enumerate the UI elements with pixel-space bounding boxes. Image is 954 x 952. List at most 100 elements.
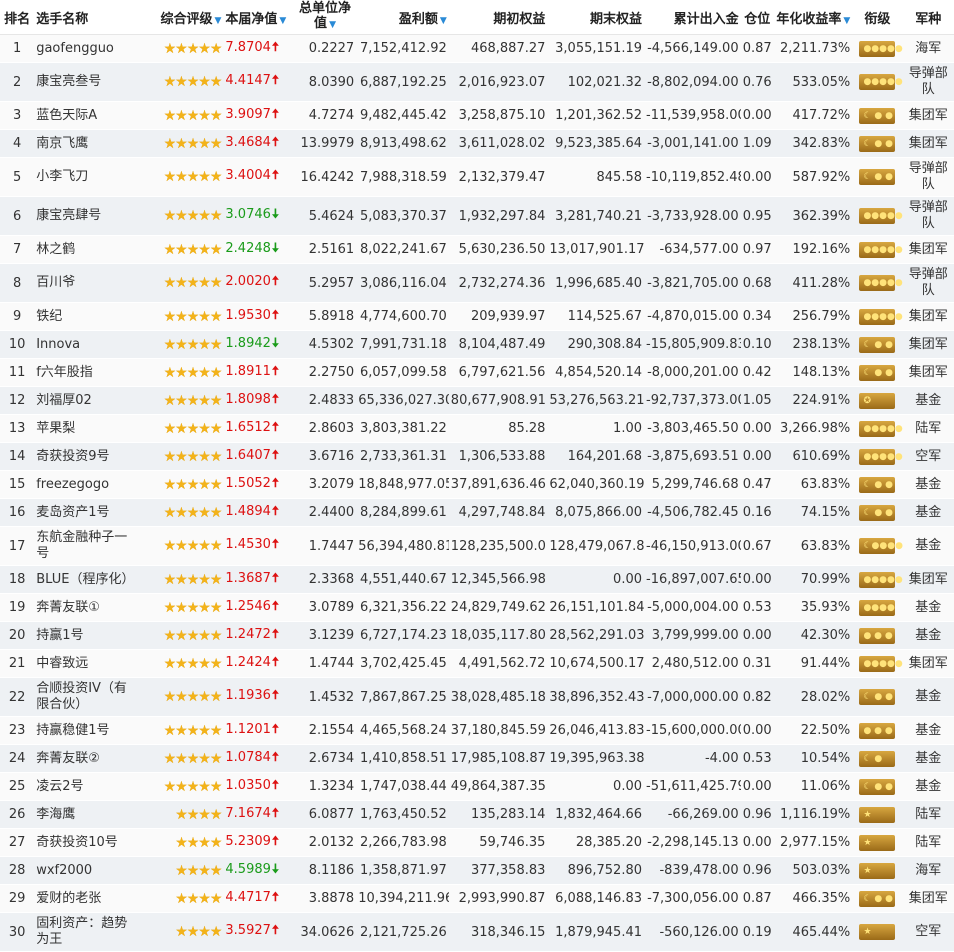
player-name-link[interactable]: 麦岛资产1号 [34, 498, 139, 527]
player-name-link[interactable]: 康宝亮肆号 [34, 196, 139, 236]
nav-cell: 4.4717🠅 [223, 884, 294, 913]
table-row[interactable]: 11 f六年股指 ★★★★★ 1.8911🠅 2.2750 6,057,099.58 6,7… [0, 358, 954, 387]
table-row[interactable]: 16 麦岛资产1号 ★★★★★ 1.4894🠅 2.4400 8,284,899.61 4,… [0, 498, 954, 527]
player-name-link[interactable]: 东航金融种子一号 [34, 526, 139, 566]
rank-badge-cell: ☾ ● [852, 744, 903, 773]
player-name-link[interactable]: 奔菁友联② [34, 744, 139, 773]
table-row[interactable]: 10 Innova ★★★★★ 1.8942🠇 4.5302 7,991,731.18 8,… [0, 330, 954, 359]
start-equity-cell: 37,180,845.59 [448, 716, 548, 745]
player-name-link[interactable]: 苹果梨 [34, 414, 139, 443]
player-name-link[interactable]: 南京飞鹰 [34, 129, 139, 158]
table-row[interactable]: 5 小李飞刀 ★★★★★ 3.4004🠅 16.4242 7,988,318.59 2,13… [0, 157, 954, 197]
table-row[interactable]: 15 freezegogo ★★★★★ 1.5052🠅 3.2079 18,848,977… [0, 470, 954, 499]
player-name-link[interactable]: 持赢1号 [34, 621, 139, 650]
header-rating[interactable]: 综合评级 ▼ [138, 0, 224, 35]
annual-return-cell: 35.93% [773, 593, 853, 622]
player-name-link[interactable]: 奔菁友联① [34, 593, 139, 622]
nav-cell: 1.1936🠅 [223, 677, 294, 717]
player-name-link[interactable]: 康宝亮叁号 [34, 62, 139, 102]
player-name-link[interactable]: 李海鹰 [34, 800, 139, 829]
player-name-link[interactable]: 奇获投资9号 [34, 442, 139, 471]
annual-return-cell: 362.39% [773, 196, 853, 236]
table-row[interactable]: 3 蓝色天际A ★★★★★ 3.9097🠅 4.7274 9,482,445.42 3,25… [0, 101, 954, 130]
player-name-link[interactable]: 固利资产：趋势为王 [34, 912, 139, 952]
player-name-link[interactable]: 持赢稳健1号 [34, 716, 139, 745]
table-row[interactable]: 27 奇获投资10号 ★★★★ 5.2309🠅 2.0132 2,266,783.98 59… [0, 828, 954, 857]
arrow-up-icon: 🠅 [271, 503, 280, 519]
table-row[interactable]: 30 固利资产：趋势为王 ★★★★ 3.5927🠅 34.0626 2,121,725.2… [0, 912, 954, 952]
player-name-link[interactable]: BLUE（程序化） [34, 565, 139, 594]
nav-cell: 1.2472🠅 [223, 621, 294, 650]
cash-flow-cell: -66,269.00 [644, 800, 741, 829]
table-row[interactable]: 1 gaofengguo ★★★★★ 7.8704🠅 0.2227 7,152,412.9… [0, 34, 954, 63]
rank-cell: 9 [0, 302, 35, 331]
sort-down-icon[interactable]: ▼ [279, 16, 286, 26]
table-row[interactable]: 13 苹果梨 ★★★★★ 1.6512🠅 2.8603 3,803,381.22 85.28… [0, 414, 954, 443]
table-row[interactable]: 19 奔菁友联① ★★★★★ 1.2546🠅 3.0789 6,321,356.22 24,… [0, 593, 954, 622]
end-equity-cell: 1,832,464.66 [547, 800, 644, 829]
table-row[interactable]: 17 东航金融种子一号 ★★★★★ 1.4530🠅 1.7447 56,394,480.8… [0, 526, 954, 566]
table-row[interactable]: 7 林之鹤 ★★★★★ 2.4248🠇 2.5161 8,022,241.67 5,630,… [0, 235, 954, 264]
unit-nav-cell: 6.0877 [293, 800, 357, 829]
sort-down-icon[interactable]: ▼ [440, 16, 447, 26]
rating-stars-icon: ★★★★ [138, 884, 224, 913]
header-unit-nav[interactable]: 总单位净值 ▼ [293, 0, 357, 35]
player-name-link[interactable]: freezegogo [34, 470, 139, 499]
header-annual[interactable]: 年化收益率 ▼ [773, 0, 853, 35]
army-branch-cell: 基金 [902, 744, 954, 773]
annual-return-cell: 74.15% [773, 498, 853, 527]
cash-flow-cell: 2,480,512.00 [644, 649, 741, 678]
table-row[interactable]: 14 奇获投资9号 ★★★★★ 1.6407🠅 3.6716 2,733,361.31 1,… [0, 442, 954, 471]
player-name-link[interactable]: 百川爷 [34, 263, 139, 303]
header-nav[interactable]: 本届净值 ▼ [223, 0, 294, 35]
player-name-link[interactable]: wxf2000 [34, 856, 139, 885]
position-cell: 0.00 [740, 101, 774, 130]
table-row[interactable]: 28 wxf2000 ★★★★ 4.5989🠇 8.1186 1,358,871.97 37… [0, 856, 954, 885]
table-row[interactable]: 21 中睿致远 ★★★★★ 1.2424🠅 1.4744 3,702,425.45 4,49… [0, 649, 954, 678]
player-name-link[interactable]: Innova [34, 330, 139, 359]
cash-flow-cell: -7,300,056.00 [644, 884, 741, 913]
player-name-link[interactable]: 合顺投资IV（有限合伙） [34, 677, 139, 717]
rating-stars-icon: ★★★★ [138, 800, 224, 829]
army-branch-cell: 空军 [902, 442, 954, 471]
military-rank-badge-icon: ☾ ● ● [859, 778, 896, 795]
profit-cell: 1,358,871.97 [356, 856, 449, 885]
player-name-link[interactable]: 凌云2号 [34, 772, 139, 801]
profit-cell: 3,702,425.45 [356, 649, 449, 678]
player-name-link[interactable]: f六年股指 [34, 358, 139, 387]
table-row[interactable]: 18 BLUE（程序化） ★★★★★ 1.3687🠅 2.3368 4,551,440.6… [0, 565, 954, 594]
player-name-link[interactable]: 爱财的老张 [34, 884, 139, 913]
player-name-link[interactable]: 蓝色天际A [34, 101, 139, 130]
table-row[interactable]: 26 李海鹰 ★★★★ 7.1674🠅 6.0877 1,763,450.52 135,28… [0, 800, 954, 829]
player-name-link[interactable]: 小李飞刀 [34, 157, 139, 197]
table-row[interactable]: 4 南京飞鹰 ★★★★★ 3.4684🠅 13.9979 8,913,498.62 3,61… [0, 129, 954, 158]
nav-cell: 1.0350🠅 [223, 772, 294, 801]
profit-cell: 1,410,858.51 [356, 744, 449, 773]
table-row[interactable]: 9 铁纪 ★★★★★ 1.9530🠅 5.8918 4,774,600.70 209,939… [0, 302, 954, 331]
table-row[interactable]: 29 爱财的老张 ★★★★ 4.4717🠅 3.8878 10,394,211.96 2,9… [0, 884, 954, 913]
player-name-link[interactable]: 铁纪 [34, 302, 139, 331]
profit-cell: 7,988,318.59 [356, 157, 449, 197]
table-row[interactable]: 6 康宝亮肆号 ★★★★★ 3.0746🠇 5.4624 5,083,370.37 1,93… [0, 196, 954, 236]
start-equity-cell: 6,797,621.56 [448, 358, 548, 387]
table-row[interactable]: 20 持赢1号 ★★★★★ 1.2472🠅 3.1239 6,727,174.23 18,0… [0, 621, 954, 650]
player-name-link[interactable]: 林之鹤 [34, 235, 139, 264]
player-name-link[interactable]: 刘福厚02 [34, 386, 139, 415]
rating-stars-icon: ★★★★★ [138, 386, 224, 415]
table-row[interactable]: 12 刘福厚02 ★★★★★ 1.8098🠅 2.4833 65,336,027.30 80… [0, 386, 954, 415]
start-equity-cell: 468,887.27 [448, 34, 548, 63]
header-profit[interactable]: 盈利额 ▼ [356, 0, 449, 35]
table-row[interactable]: 23 持赢稳健1号 ★★★★★ 1.1201🠅 2.1554 4,465,568.24 37… [0, 716, 954, 745]
table-row[interactable]: 24 奔菁友联② ★★★★★ 1.0784🠅 2.6734 1,410,858.51 17,… [0, 744, 954, 773]
player-name-link[interactable]: 奇获投资10号 [34, 828, 139, 857]
sort-down-icon[interactable]: ▼ [214, 16, 221, 26]
table-row[interactable]: 22 合顺投资IV（有限合伙） ★★★★★ 1.1936🠅 1.4532 7,867,86… [0, 677, 954, 717]
sort-down-icon[interactable]: ▼ [329, 20, 336, 30]
table-row[interactable]: 2 康宝亮叁号 ★★★★★ 4.4147🠅 8.0390 6,887,192.25 2,01… [0, 62, 954, 102]
army-branch-cell: 基金 [902, 716, 954, 745]
table-row[interactable]: 25 凌云2号 ★★★★★ 1.0350🠅 1.3234 1,747,038.44 49,8… [0, 772, 954, 801]
player-name-link[interactable]: 中睿致远 [34, 649, 139, 678]
sort-down-icon[interactable]: ▼ [843, 16, 850, 26]
table-row[interactable]: 8 百川爷 ★★★★★ 2.0020🠅 5.2957 3,086,116.04 2,732,… [0, 263, 954, 303]
player-name-link[interactable]: gaofengguo [34, 34, 139, 63]
